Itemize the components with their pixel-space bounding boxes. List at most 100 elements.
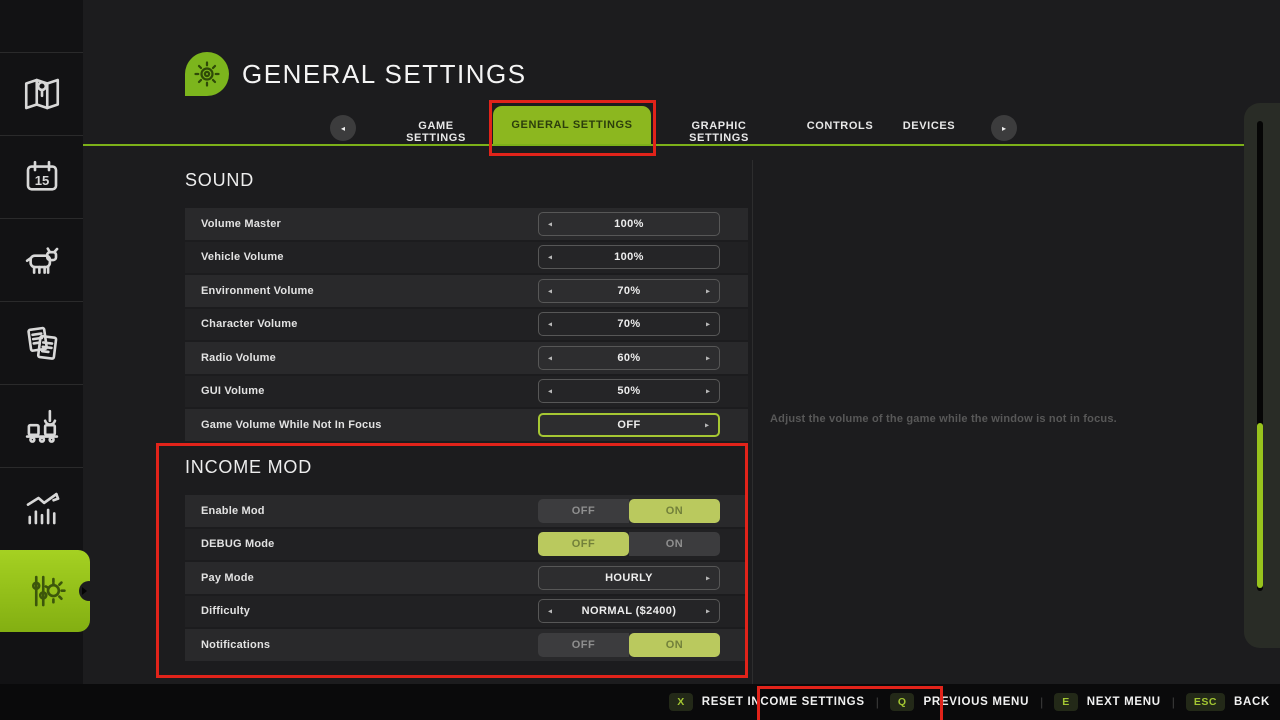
page-title: GENERAL SETTINGS [242, 59, 527, 90]
toggle-on-option[interactable]: ON [629, 633, 720, 657]
tab-graphic-settings[interactable]: GRAPHIC SETTINGS [660, 120, 778, 144]
gui-volume-stepper[interactable]: ◂ 50% ▸ [538, 379, 720, 403]
key-badge-q: Q [890, 693, 915, 711]
income-mod-rows: Enable Mod OFF ON DEBUG Mode OFF ON Pay … [185, 495, 748, 661]
character-volume-stepper[interactable]: ◂ 70% ▸ [538, 312, 720, 336]
sidebar-item-settings[interactable] [0, 550, 90, 632]
svg-text:15: 15 [34, 172, 49, 187]
stepper-value: 100% [539, 218, 719, 230]
income-mod-section-title: INCOME MOD [185, 457, 312, 478]
action-label: BACK [1234, 696, 1270, 708]
toggle-off-option[interactable]: OFF [538, 633, 629, 657]
setting-row-difficulty: Difficulty ◂ NORMAL ($2400) ▸ [185, 596, 748, 628]
stepper-value: 50% [539, 385, 719, 397]
sidebar-item-animals[interactable] [0, 218, 83, 300]
setting-row-game-volume-not-in-focus: Game Volume While Not In Focus OFF ▸ [185, 409, 748, 441]
footer-separator: | [1040, 695, 1043, 709]
tab-general-settings[interactable]: GENERAL SETTINGS [493, 106, 651, 144]
setting-label: Pay Mode [201, 572, 254, 584]
stepper-value: 70% [539, 318, 719, 330]
tabbar-underline [83, 144, 1244, 146]
toggle-off-option[interactable]: OFF [538, 499, 629, 523]
chevron-left-icon: ◂ [341, 124, 345, 133]
increase-icon[interactable]: ▸ [706, 353, 710, 362]
setting-label: Environment Volume [201, 285, 314, 297]
tabs-scroll-right-button[interactable]: ▸ [991, 115, 1017, 141]
debug-mode-toggle[interactable]: OFF ON [538, 532, 720, 556]
notifications-toggle[interactable]: OFF ON [538, 633, 720, 657]
stepper-value: 70% [539, 285, 719, 297]
footer-separator: | [876, 695, 879, 709]
increase-icon[interactable]: ▸ [706, 607, 710, 616]
setting-row-volume-master: Volume Master ◂ 100% [185, 208, 748, 240]
calendar-icon: 15 [21, 156, 63, 198]
radio-volume-stepper[interactable]: ◂ 60% ▸ [538, 346, 720, 370]
back-action[interactable]: ESC BACK [1186, 693, 1270, 711]
setting-label: GUI Volume [201, 385, 265, 397]
sidebar-item-statistics[interactable] [0, 467, 83, 549]
toggle-on-option[interactable]: ON [629, 499, 720, 523]
general-settings-icon [185, 52, 229, 96]
sidebar-item-production[interactable] [0, 384, 83, 466]
stepper-value: 60% [539, 352, 719, 364]
sound-rows: Volume Master ◂ 100% Vehicle Volume ◂ 10… [185, 208, 748, 441]
content-divider [752, 160, 753, 684]
volume-master-stepper[interactable]: ◂ 100% [538, 212, 720, 236]
environment-volume-stepper[interactable]: ◂ 70% ▸ [538, 279, 720, 303]
increase-icon[interactable]: ▸ [706, 387, 710, 396]
sidebar: 15 [0, 0, 83, 684]
increase-icon[interactable]: ▸ [706, 286, 710, 295]
sidebar-item-contracts[interactable] [0, 301, 83, 383]
setting-row-gui-volume: GUI Volume ◂ 50% ▸ [185, 376, 748, 408]
footer-separator: | [1172, 695, 1175, 709]
increase-icon[interactable]: ▸ [706, 320, 710, 329]
tab-game-settings[interactable]: GAME SETTINGS [388, 120, 484, 144]
cow-icon [21, 239, 63, 281]
setting-description: Adjust the volume of the game while the … [770, 413, 1240, 425]
action-label: RESET INCOME SETTINGS [702, 696, 865, 708]
toggle-off-option[interactable]: OFF [538, 532, 629, 556]
setting-label: Notifications [201, 639, 270, 651]
scrollbar-thumb[interactable] [1257, 423, 1263, 588]
gear-icon [192, 59, 222, 89]
setting-label: Volume Master [201, 218, 281, 230]
stepper-value: 100% [539, 251, 719, 263]
tab-controls[interactable]: CONTROLS [803, 120, 877, 132]
next-menu-action[interactable]: E NEXT MENU [1054, 693, 1161, 711]
setting-label: Game Volume While Not In Focus [201, 419, 382, 431]
action-label: NEXT MENU [1087, 696, 1161, 708]
footer-hotkey-bar: X RESET INCOME SETTINGS | Q PREVIOUS MEN… [0, 684, 1280, 720]
setting-label: Enable Mod [201, 505, 265, 517]
enable-mod-toggle[interactable]: OFF ON [538, 499, 720, 523]
stepper-value: OFF [540, 419, 718, 431]
map-icon [21, 73, 63, 115]
pay-mode-stepper[interactable]: HOURLY ▸ [538, 566, 720, 590]
difficulty-stepper[interactable]: ◂ NORMAL ($2400) ▸ [538, 599, 720, 623]
setting-row-character-volume: Character Volume ◂ 70% ▸ [185, 309, 748, 341]
setting-label: DEBUG Mode [201, 538, 275, 550]
vehicle-volume-stepper[interactable]: ◂ 100% [538, 245, 720, 269]
scrollbar-container [1244, 103, 1280, 648]
setting-row-radio-volume: Radio Volume ◂ 60% ▸ [185, 342, 748, 374]
setting-row-vehicle-volume: Vehicle Volume ◂ 100% [185, 242, 748, 274]
increase-icon[interactable]: ▸ [706, 573, 710, 582]
action-label: PREVIOUS MENU [923, 696, 1029, 708]
key-badge-x: X [669, 693, 693, 711]
tabs-scroll-left-button[interactable]: ◂ [330, 115, 356, 141]
toggle-on-option[interactable]: ON [629, 532, 720, 556]
stepper-value: HOURLY [539, 572, 719, 584]
production-icon [21, 405, 63, 447]
previous-menu-action[interactable]: Q PREVIOUS MENU [890, 693, 1029, 711]
tab-devices[interactable]: DEVICES [895, 120, 963, 132]
active-notch-icon [79, 581, 99, 601]
increase-icon[interactable]: ▸ [705, 420, 709, 429]
key-badge-esc: ESC [1186, 693, 1225, 711]
setting-row-notifications: Notifications OFF ON [185, 629, 748, 661]
sidebar-item-calendar[interactable]: 15 [0, 135, 83, 217]
setting-label: Radio Volume [201, 352, 276, 364]
chevron-right-icon: ▸ [1002, 124, 1006, 133]
sidebar-item-map[interactable] [0, 52, 83, 134]
documents-icon [21, 322, 63, 364]
game-volume-not-in-focus-stepper[interactable]: OFF ▸ [538, 413, 720, 437]
reset-income-settings-action[interactable]: X RESET INCOME SETTINGS [669, 693, 864, 711]
